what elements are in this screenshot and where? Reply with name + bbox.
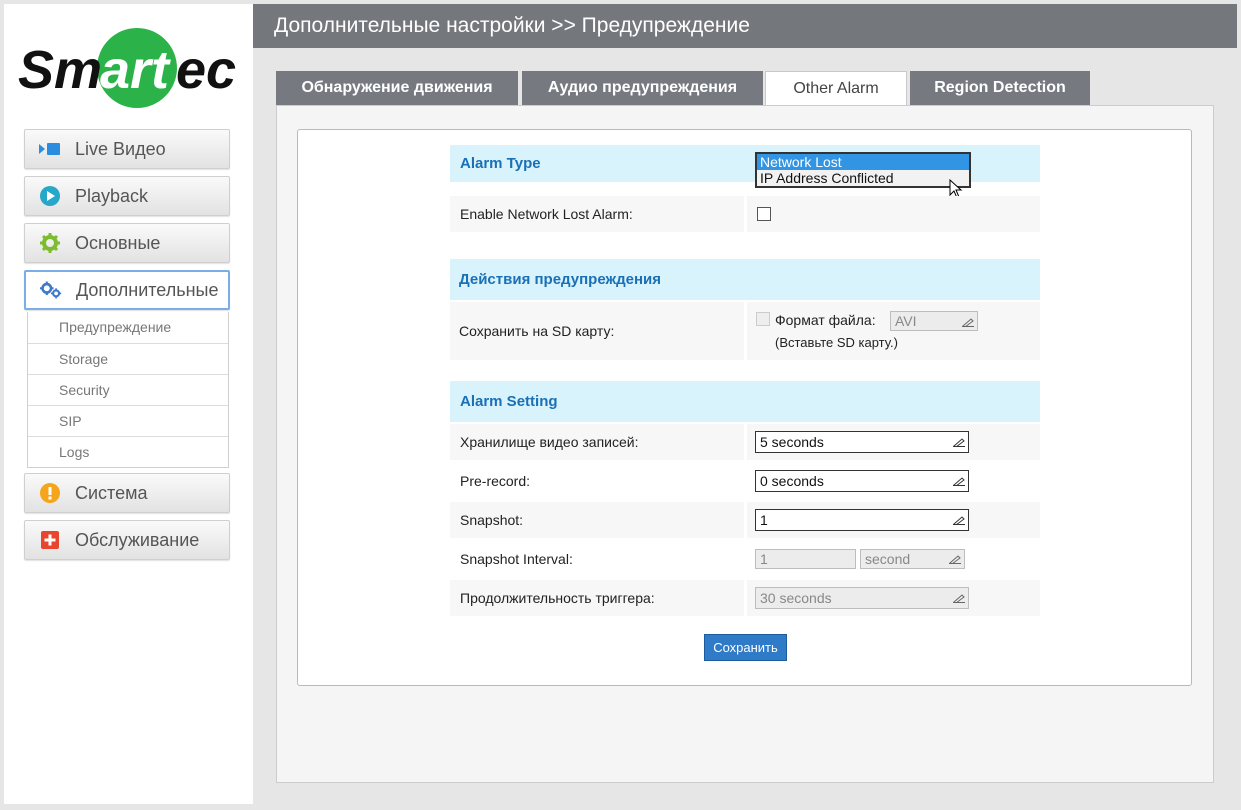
nav-basic[interactable]: Основные (24, 223, 230, 263)
enable-checkbox[interactable] (757, 207, 771, 221)
edit-icon (953, 438, 965, 447)
submenu-alarm[interactable]: Предупреждение (28, 312, 228, 343)
snapshot-interval-unit: second (865, 551, 911, 567)
alarm-type-listbox[interactable]: Network Lost IP Address Conflicted (755, 152, 971, 188)
sd-hint: (Вставьте SD карту.) (775, 335, 898, 350)
edit-icon (953, 516, 965, 525)
sd-row: Сохранить на SD карту: Формат файла: AVI… (450, 302, 1040, 360)
alarm-type-label: Alarm Type (460, 155, 541, 172)
prerecord-label: Pre-record: (460, 473, 531, 489)
trigger-duration-row: Продолжительность триггера: 30 seconds (450, 580, 1040, 616)
snapshot-interval-unit-select[interactable]: second (860, 549, 965, 569)
content-area: Alarm Type Network Lost IP Address Confl… (276, 105, 1214, 783)
file-format-select[interactable]: AVI (890, 311, 978, 331)
nav-playback-label: Playback (75, 185, 149, 206)
play-icon (39, 185, 61, 207)
gears-icon (40, 279, 62, 301)
save-button[interactable]: Сохранить (704, 634, 787, 661)
edit-icon (962, 318, 974, 327)
submenu-security[interactable]: Security (28, 374, 228, 405)
tab-region-detection[interactable]: Region Detection (910, 71, 1090, 105)
alarm-setting-section-title: Alarm Setting (460, 393, 558, 410)
gear-icon (39, 232, 61, 254)
edit-icon (949, 555, 961, 564)
prerecord-value: 0 seconds (760, 473, 824, 489)
file-format-label: Формат файла: (775, 312, 876, 328)
snapshot-select[interactable]: 1 (755, 509, 969, 531)
storage-label: Хранилище видео записей: (450, 424, 744, 460)
video-icon (39, 138, 61, 160)
smartec-logo: Sm art ec (18, 26, 240, 110)
submenu-logs[interactable]: Logs (28, 436, 228, 467)
sd-checkbox[interactable] (756, 312, 770, 326)
submenu-sip[interactable]: SIP (28, 405, 228, 436)
nav-live-video-label: Live Видео (75, 138, 166, 159)
logo-text-sm: Sm (18, 40, 102, 100)
nav-advanced-label: Дополнительные (76, 279, 219, 300)
alarm-type-option-network-lost[interactable]: Network Lost (757, 154, 969, 170)
snapshot-value: 1 (760, 512, 768, 528)
enable-label: Enable Network Lost Alarm: (450, 196, 744, 232)
nav-basic-label: Основные (75, 232, 161, 253)
settings-panel: Alarm Type Network Lost IP Address Confl… (297, 129, 1192, 686)
trigger-duration-select[interactable]: 30 seconds (755, 587, 969, 609)
page-title: Дополнительные настройки >> Предупрежден… (253, 4, 1237, 48)
nav-maintenance[interactable]: Обслуживание (24, 520, 230, 560)
submenu-storage[interactable]: Storage (28, 343, 228, 374)
snapshot-interval-label: Snapshot Interval: (460, 551, 573, 567)
alarm-type-row: Alarm Type Network Lost IP Address Confl… (450, 145, 1040, 199)
snapshot-row: Snapshot: 1 (450, 502, 1040, 538)
actions-section-header: Действия предупреждения (450, 259, 1040, 300)
nav-playback[interactable]: Playback (24, 176, 230, 216)
logo-text-art: art (100, 40, 171, 100)
snapshot-label: Snapshot: (450, 502, 744, 538)
warning-icon (39, 482, 61, 504)
edit-icon (953, 594, 965, 603)
storage-value: 5 seconds (760, 434, 824, 450)
storage-row: Хранилище видео записей: 5 seconds (450, 424, 1040, 460)
prerecord-select[interactable]: 0 seconds (755, 470, 969, 492)
nav-live-video[interactable]: Live Видео (24, 129, 230, 169)
snapshot-interval-row: Snapshot Interval: 1 second (450, 541, 1040, 577)
nav-system-label: Система (75, 482, 148, 503)
nav-system[interactable]: Система (24, 473, 230, 513)
nav-maintenance-label: Обслуживание (75, 529, 200, 550)
plus-icon (39, 529, 61, 551)
sd-label: Сохранить на SD карту: (450, 302, 744, 360)
alarm-setting-section-header: Alarm Setting (450, 381, 1040, 422)
storage-select[interactable]: 5 seconds (755, 431, 969, 453)
sidebar: Sm art ec Live Видео Playback Основные Д… (4, 4, 253, 804)
prerecord-row: Pre-record: 0 seconds (450, 463, 1040, 499)
trigger-duration-label: Продолжительность триггера: (450, 580, 744, 616)
enable-row: Enable Network Lost Alarm: (450, 196, 1040, 232)
snapshot-interval-input[interactable]: 1 (755, 549, 856, 569)
tab-motion-detection[interactable]: Обнаружение движения (276, 71, 518, 105)
file-format-value: AVI (895, 313, 917, 329)
logo-text-ec: ec (176, 40, 236, 100)
edit-icon (953, 477, 965, 486)
trigger-duration-value: 30 seconds (760, 590, 832, 606)
tab-other-alarm[interactable]: Other Alarm (765, 71, 907, 106)
tab-audio-alarm[interactable]: Аудио предупреждения (522, 71, 763, 105)
actions-section-title: Действия предупреждения (459, 271, 661, 288)
alarm-type-option-ip-conflict[interactable]: IP Address Conflicted (757, 170, 969, 186)
advanced-submenu: Предупреждение Storage Security SIP Logs (27, 312, 229, 468)
nav-advanced[interactable]: Дополнительные (24, 270, 230, 310)
